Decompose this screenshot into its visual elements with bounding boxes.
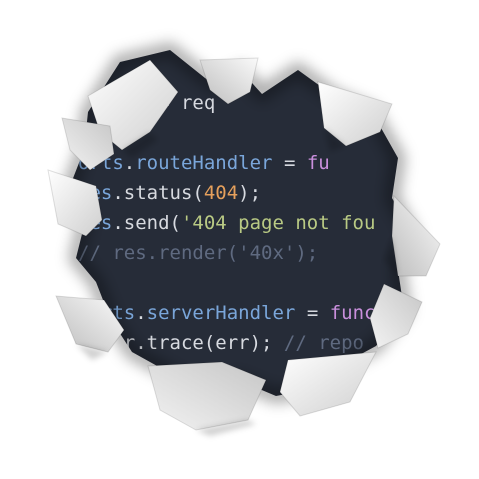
code-token-number: 500	[180, 362, 216, 384]
code-token-prop: serverHandler	[146, 302, 296, 324]
code-line: res.status(404);	[78, 178, 375, 208]
code-token-comment: // repo	[283, 332, 364, 354]
code-token-prop: res	[78, 212, 113, 234]
code-token-string: '500 serve	[135, 392, 250, 414]
code-token-default: = req	[78, 92, 216, 114]
code-token-default: s.status(	[78, 362, 181, 384]
code-lines: = req orts.routeHandler = fu res.status(40…	[78, 88, 375, 448]
code-token-string: '404 page not fou	[180, 212, 376, 234]
code-token-number: 404	[203, 182, 239, 204]
code-token-default: .send(	[112, 212, 181, 234]
code-token-keyword: func	[329, 302, 376, 324]
code-line: orts.routeHandler = fu	[78, 148, 375, 178]
code-token-prop: ports	[78, 302, 136, 324]
code-line: send('500 serve	[78, 388, 375, 418]
code-line: der('5	[78, 418, 375, 448]
code-token-prop: res	[78, 182, 113, 204]
code-token-default: send(	[78, 392, 136, 414]
code-token-default: ogger.trace(err);	[78, 332, 284, 354]
torn-paper-scene: = req orts.routeHandler = fu res.status(40…	[0, 0, 479, 479]
code-line: s.status(500)	[78, 358, 375, 388]
code-line: res.send('404 page not fou	[78, 208, 375, 238]
code-line: = req	[78, 88, 375, 118]
code-token-default: =	[295, 302, 330, 324]
code-line: ports.serverHandler = func	[78, 298, 375, 328]
code-line: ogger.trace(err); // repo	[78, 328, 375, 358]
code-token-default: .status(	[112, 182, 204, 204]
code-token-default: .	[135, 302, 147, 324]
code-token-prop: orts	[78, 152, 124, 174]
code-token-default: );	[238, 182, 262, 204]
code-token-default: =	[272, 152, 307, 174]
code-editor: = req orts.routeHandler = fu res.status(40…	[0, 0, 479, 479]
code-token-default: .	[123, 152, 136, 174]
code-token-comment: der('5	[78, 422, 193, 444]
code-token-default: )	[215, 362, 227, 384]
code-token-comment: // res.render('40x');	[78, 242, 319, 264]
code-token-keyword: fu	[306, 152, 330, 174]
code-token-prop: routeHandler	[135, 152, 273, 174]
code-line: // res.render('40x');	[78, 238, 375, 268]
